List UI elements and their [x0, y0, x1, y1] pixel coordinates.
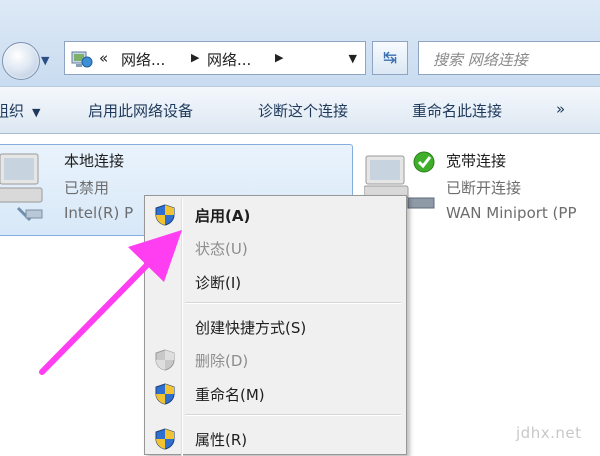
address-bar: ▼ « 网络... ▶ 网络... ▶ ▼ ↹ 搜索 网络连接 — [0, 0, 600, 86]
rename-connection-button[interactable]: 重命名此连接 — [412, 100, 502, 121]
chevron-down-icon: ▼ — [32, 106, 41, 119]
search-placeholder: 搜索 网络连接 — [433, 51, 528, 69]
organize-menu-button[interactable]: 组织 ▼ — [0, 100, 40, 121]
uac-shield-icon — [155, 428, 175, 450]
more-commands-button[interactable]: » — [556, 100, 565, 118]
menu-item-label: 属性(R) — [195, 431, 248, 449]
menu-item-rename[interactable]: 重命名(M) — [147, 379, 404, 409]
breadcrumb-chevron-icon[interactable]: ▶ — [275, 51, 283, 64]
menu-item-status[interactable]: 状态(U) — [147, 233, 404, 263]
breadcrumb-item-connections[interactable]: 网络... — [207, 49, 251, 70]
connection-device: WAN Miniport (PP — [446, 204, 577, 222]
menu-item-label: 删除(D) — [195, 352, 249, 370]
organize-label: 组织 — [0, 102, 25, 120]
back-button[interactable] — [2, 42, 40, 80]
menu-item-label: 重命名(M) — [195, 386, 265, 404]
network-adapter-icon — [0, 153, 43, 222]
address-history-dropdown-icon[interactable]: ▼ — [349, 52, 357, 65]
breadcrumb-item-network[interactable]: 网络... — [121, 49, 165, 70]
context-menu: 启用(A) 状态(U) 诊断(I) 创建快捷方式(S) 删除(D) 重命名(M) — [144, 195, 407, 456]
watermark: jdhx.net — [516, 424, 582, 442]
refresh-button[interactable]: ↹ — [372, 41, 408, 75]
breadcrumb-overflow[interactable]: « — [99, 49, 108, 67]
menu-item-label: 创建快捷方式(S) — [195, 319, 307, 337]
command-bar: 组织 ▼ 启用此网络设备 诊断这个连接 重命名此连接 » — [0, 86, 600, 134]
menu-item-diagnose[interactable]: 诊断(I) — [147, 267, 404, 297]
connection-name: 本地连接 — [64, 152, 125, 170]
connection-device: Intel(R) P — [64, 204, 134, 222]
connection-status: 已断开连接 — [446, 179, 522, 197]
menu-item-label: 启用(A) — [195, 207, 251, 225]
search-input[interactable]: 搜索 网络连接 — [418, 41, 600, 75]
breadcrumb-chevron-icon[interactable]: ▶ — [191, 51, 199, 64]
menu-separator — [185, 414, 401, 416]
refresh-icon: ↹ — [382, 48, 398, 68]
uac-shield-icon — [155, 383, 175, 405]
uac-shield-icon — [155, 349, 175, 371]
diagnose-connection-button[interactable]: 诊断这个连接 — [258, 100, 348, 121]
connection-name: 宽带连接 — [446, 152, 507, 170]
menu-item-label: 诊断(I) — [195, 274, 242, 292]
network-folder-icon — [71, 51, 93, 68]
connection-status: 已禁用 — [64, 179, 110, 197]
recent-pages-dropdown-icon[interactable]: ▼ — [41, 54, 49, 67]
uac-shield-icon — [155, 204, 175, 226]
menu-item-create-shortcut[interactable]: 创建快捷方式(S) — [147, 312, 404, 342]
enable-device-button[interactable]: 启用此网络设备 — [88, 100, 193, 121]
menu-separator — [185, 302, 401, 304]
breadcrumb[interactable]: « 网络... ▶ 网络... ▶ ▼ — [64, 41, 366, 75]
menu-item-enable[interactable]: 启用(A) — [147, 200, 404, 230]
menu-item-delete[interactable]: 删除(D) — [147, 345, 404, 375]
menu-item-label: 状态(U) — [195, 240, 248, 258]
